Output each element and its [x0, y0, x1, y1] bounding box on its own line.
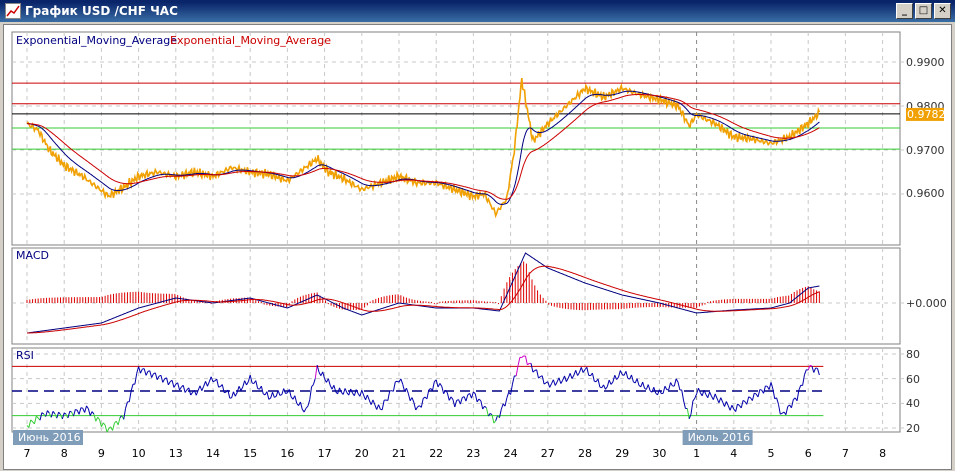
x-axis-date-label: 8: [61, 447, 68, 460]
x-axis-date-label: 22: [429, 447, 443, 460]
chart-canvas[interactable]: Exponential_Moving_Average Exponential_M…: [0, 0, 955, 471]
x-axis-date-label: 27: [541, 447, 555, 460]
x-axis-date-label: 7: [24, 447, 31, 460]
price-tick: 0.9700: [906, 144, 945, 157]
rsi-tick: 80: [906, 348, 920, 361]
x-axis-date-label: 24: [504, 447, 518, 460]
x-axis-date-label: 9: [98, 447, 105, 460]
rsi-segment: [809, 364, 813, 367]
rsi-tick: 40: [906, 397, 920, 410]
rsi-segment: [759, 389, 762, 391]
x-axis-date-label: 29: [615, 447, 629, 460]
x-axis-date-label: 14: [206, 447, 220, 460]
x-axis-date-label: 28: [578, 447, 592, 460]
macd-zero-label: +0.000: [906, 297, 947, 310]
x-axis-date-label: 7: [842, 447, 849, 460]
x-axis-date-label: 15: [243, 447, 257, 460]
rsi-panel: [11, 347, 901, 433]
x-axis-date-label: 17: [318, 447, 332, 460]
macd-panel: [11, 247, 901, 345]
x-axis-date-label: 4: [730, 447, 737, 460]
macd-label: MACD: [16, 249, 49, 262]
x-axis-date-label: 8: [879, 447, 886, 460]
rsi-segment: [815, 367, 818, 369]
rsi-segment: [224, 391, 227, 394]
price-tick: 0.9900: [906, 56, 945, 69]
x-axis-date-label: 16: [280, 447, 294, 460]
rsi-label: RSI: [16, 349, 34, 362]
price-tick: 0.9600: [906, 187, 945, 200]
legend-ema-red: Exponential_Moving_Average: [170, 34, 331, 47]
rsi-segment: [395, 380, 398, 383]
rsi-segment: [285, 392, 288, 394]
x-axis-date-label: 5: [768, 447, 775, 460]
x-axis-date-label: 10: [132, 447, 146, 460]
rsi-tick: 20: [906, 422, 920, 435]
legend-ema-blue: Exponential_Moving_Average: [16, 34, 177, 47]
rsi-segment: [218, 386, 221, 388]
x-axis-date-label: 13: [169, 447, 183, 460]
grid-layer: [11, 31, 904, 433]
rsi-segment: [80, 407, 83, 409]
month-tag-label: Июль 2016: [688, 431, 751, 444]
rsi-tick: 60: [906, 373, 920, 386]
x-axis-date-label: 30: [652, 447, 666, 460]
current-price-label: 0.9782: [907, 108, 946, 121]
x-axis-date-label: 1: [693, 447, 700, 460]
x-axis-date-label: 21: [392, 447, 406, 460]
x-axis-date-label: 20: [355, 447, 369, 460]
x-axis-date-label: 23: [466, 447, 480, 460]
x-axis-date-label: 6: [805, 447, 812, 460]
month-tag-label: Июнь 2016: [18, 431, 81, 444]
main-panel: [11, 31, 901, 246]
